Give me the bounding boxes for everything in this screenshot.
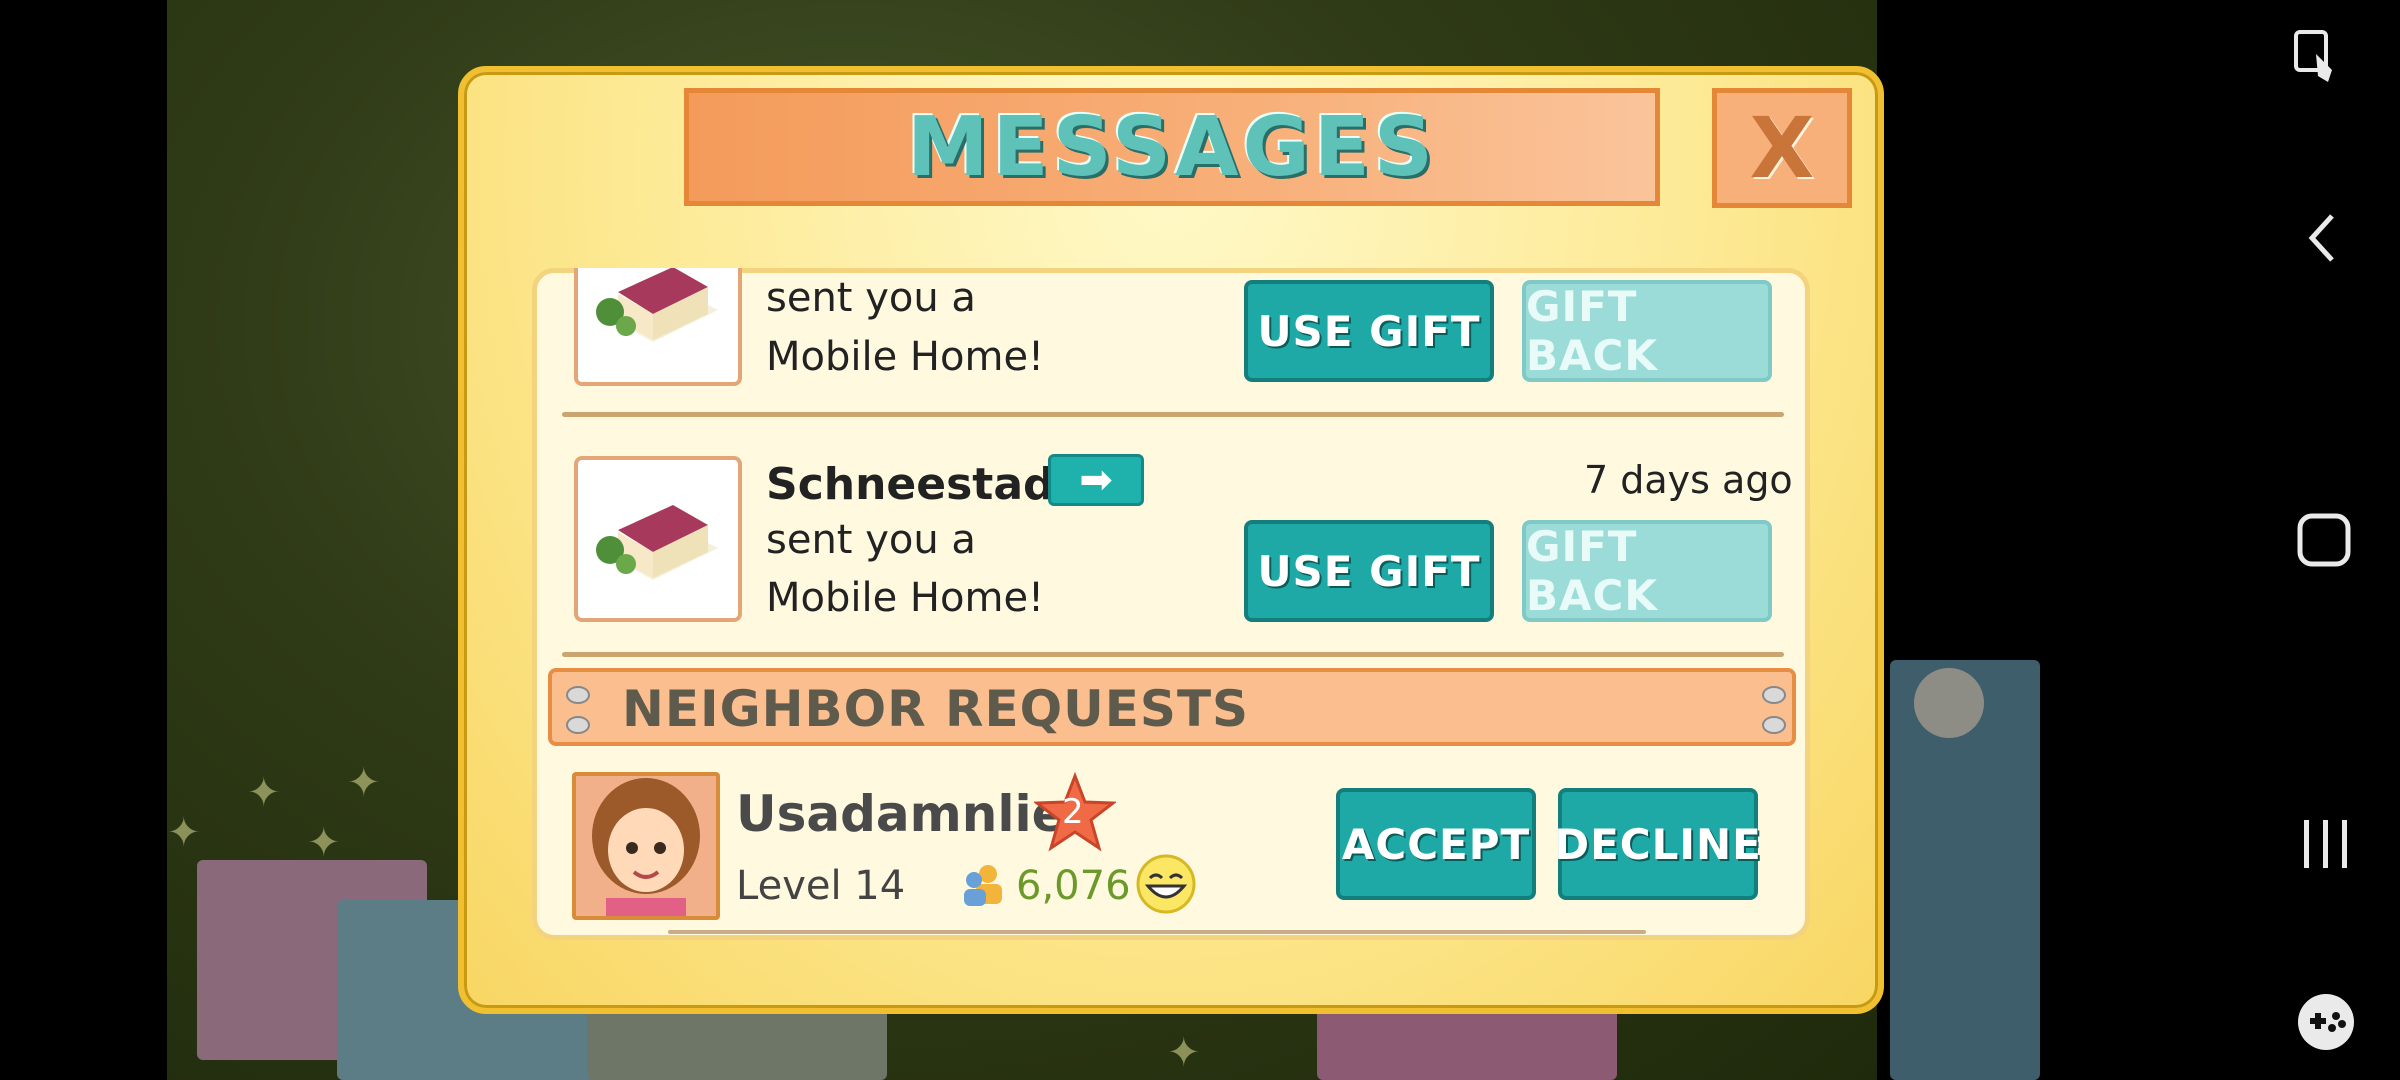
back-icon[interactable] (2302, 208, 2342, 268)
water-tower-tank (1914, 668, 1984, 738)
sparkle-icon: ✦ (247, 770, 281, 816)
message-1-line1: sent you a (766, 275, 976, 321)
message-2-line2: Mobile Home! (766, 575, 1045, 621)
accessibility-icon[interactable] (2288, 28, 2348, 88)
avatar-face-icon (576, 776, 716, 916)
happiness-icon (1134, 852, 1198, 916)
message-sender: Schneestadt (766, 459, 1076, 510)
use-gift-button[interactable]: USE GIFT (1244, 520, 1494, 622)
neighbor-requests-header: NEIGHBOR REQUESTS (548, 668, 1796, 746)
message-1-line2: Mobile Home! (766, 334, 1045, 380)
close-icon: X (1749, 99, 1815, 197)
sparkle-icon: ✦ (167, 810, 201, 856)
accept-button[interactable]: ACCEPT (1336, 788, 1536, 900)
message-2-line1: sent you a (766, 517, 976, 563)
gift-back-button[interactable]: GIFT BACK (1522, 280, 1772, 382)
neighbor-name: Usadamnlie (736, 785, 1066, 843)
decline-button[interactable]: DECLINE (1554, 788, 1761, 900)
row-divider (562, 652, 1784, 657)
bolt-icon (566, 686, 590, 704)
arrow-right-icon: ➡ (1079, 457, 1113, 503)
neighbor-requests-label: NEIGHBOR REQUESTS (622, 680, 1250, 738)
close-button[interactable]: X (1712, 88, 1852, 208)
sparkle-icon: ✦ (1167, 1030, 1201, 1076)
bolt-icon (566, 716, 590, 734)
mobile-home-icon (596, 505, 718, 580)
visit-neighbor-button[interactable]: ➡ (1048, 454, 1144, 506)
avatar (572, 772, 720, 920)
neighbor-population: 6,076 (1016, 863, 1131, 909)
level-star-badge: 2 (1032, 771, 1118, 854)
dialog-title-bar: MESSAGES (684, 88, 1660, 206)
message-time: 7 days ago (1584, 458, 1793, 502)
neighbor-level: Level 14 (736, 863, 906, 909)
sparkle-icon: ✦ (307, 820, 341, 866)
row-divider (562, 412, 1784, 417)
use-gift-button[interactable]: USE GIFT (1244, 280, 1494, 382)
population-icon (960, 862, 1006, 908)
bolt-icon (1762, 716, 1786, 734)
game-tools-icon[interactable] (2296, 992, 2356, 1052)
star-badge-count: 2 (1062, 792, 1084, 832)
dialog-title: MESSAGES (907, 99, 1437, 195)
scrollbar[interactable] (668, 930, 1646, 934)
bolt-icon (1762, 686, 1786, 704)
gift-back-button[interactable]: GIFT BACK (1522, 520, 1772, 622)
recents-icon[interactable] (2298, 816, 2354, 872)
home-icon[interactable] (2296, 512, 2352, 568)
gift-thumbnail (574, 456, 742, 622)
sparkle-icon: ✦ (347, 760, 381, 806)
